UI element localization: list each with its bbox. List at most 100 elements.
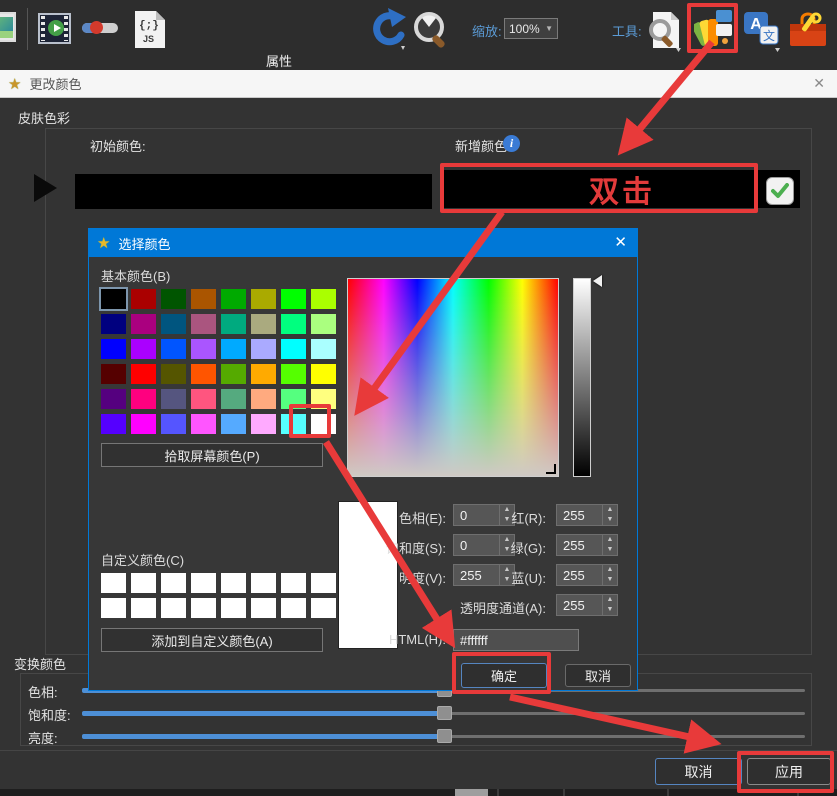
basic-color-swatch[interactable] [101,414,126,434]
basic-color-swatch[interactable] [191,364,216,384]
select-color-title: 选择颜色 [118,234,170,253]
basic-color-swatch[interactable] [161,339,186,359]
toolbox-icon[interactable] [788,10,828,50]
basic-color-swatch[interactable] [251,289,276,309]
basic-color-swatch[interactable] [311,314,336,334]
zoom-value: 100% [509,22,540,36]
custom-color-swatch[interactable] [191,573,216,593]
close-icon[interactable]: ✕ [813,75,825,92]
basic-color-swatch[interactable] [191,389,216,409]
green-label: 绿(G): [419,538,546,557]
basic-color-swatch[interactable] [281,339,306,359]
basic-color-swatch[interactable] [131,389,156,409]
basic-color-swatch[interactable] [251,364,276,384]
pick-screen-color-button[interactable]: 拾取屏幕颜色(P) [101,443,323,467]
basic-color-swatch[interactable] [281,364,306,384]
slider-adjust-icon[interactable] [82,23,118,33]
basic-color-swatch[interactable] [191,339,216,359]
row-expand-triangle-icon[interactable] [34,174,57,202]
basic-color-swatch[interactable] [281,314,306,334]
spin-up-icon[interactable]: ▲ [603,505,617,515]
basic-color-swatch[interactable] [221,414,246,434]
basic-color-swatch[interactable] [251,339,276,359]
basic-color-swatch[interactable] [161,389,186,409]
custom-color-swatch[interactable] [311,598,336,618]
basic-color-swatch[interactable] [131,314,156,334]
basic-color-swatch[interactable] [191,314,216,334]
basic-color-swatch[interactable] [251,389,276,409]
info-icon[interactable]: i [503,135,520,152]
spin-down-icon[interactable]: ▼ [603,545,617,555]
picker-cancel-button[interactable]: 取消 [565,664,631,687]
change-color-title: 更改颜色 [29,74,81,93]
basic-color-swatch[interactable] [101,289,126,309]
basic-color-swatch[interactable] [311,339,336,359]
value-slider[interactable] [573,278,591,477]
basic-color-swatch[interactable] [131,364,156,384]
custom-color-swatch[interactable] [161,573,186,593]
basic-color-swatch[interactable] [161,364,186,384]
spin-up-icon[interactable]: ▲ [603,565,617,575]
custom-color-swatch[interactable] [131,598,156,618]
basic-color-swatch[interactable] [221,314,246,334]
initial-color-bar[interactable] [75,174,432,209]
translate-icon[interactable]: A 文 [742,10,782,52]
blue-spinbox[interactable]: 255▲▼ [556,564,618,586]
green-spinbox[interactable]: 255▲▼ [556,534,618,556]
spin-up-icon[interactable]: ▲ [603,535,617,545]
basic-color-swatch[interactable] [101,314,126,334]
custom-color-swatch[interactable] [161,598,186,618]
row-enabled-checkbox[interactable] [766,177,794,205]
custom-color-swatch[interactable] [221,598,246,618]
basic-color-swatch[interactable] [191,289,216,309]
add-custom-color-button[interactable]: 添加到自定义颜色(A) [101,628,323,652]
custom-color-swatch[interactable] [191,598,216,618]
basic-color-swatch[interactable] [101,364,126,384]
custom-color-swatch[interactable] [251,598,276,618]
spin-up-icon[interactable]: ▲ [603,595,617,605]
custom-color-swatch[interactable] [251,573,276,593]
basic-color-swatch[interactable] [311,364,336,384]
spin-down-icon[interactable]: ▼ [603,515,617,525]
hue-saturation-gradient[interactable] [347,278,559,477]
basic-color-swatch[interactable] [221,364,246,384]
basic-color-swatch[interactable] [131,414,156,434]
select-color-titlebar[interactable]: ★ 选择颜色 ✕ [89,229,637,257]
basic-color-swatch[interactable] [281,289,306,309]
spin-down-icon[interactable]: ▼ [603,575,617,585]
custom-color-swatch[interactable] [131,573,156,593]
undo-icon[interactable] [368,8,408,52]
basic-color-swatch[interactable] [251,414,276,434]
image-icon[interactable] [0,12,16,42]
custom-color-swatch[interactable] [101,573,126,593]
zoom-select[interactable]: 100% ▼ [504,18,558,39]
basic-color-swatch[interactable] [251,314,276,334]
html-color-input[interactable]: #ffffff [453,629,579,651]
basic-color-swatch[interactable] [101,389,126,409]
video-player-icon[interactable] [38,13,71,44]
magnifier-tool-icon[interactable] [412,10,452,52]
js-file-icon[interactable]: {;} JS [135,11,165,48]
basic-color-swatch[interactable] [101,339,126,359]
basic-color-swatch[interactable] [311,289,336,309]
basic-color-swatch[interactable] [131,289,156,309]
basic-color-swatch[interactable] [221,289,246,309]
custom-color-swatch[interactable] [281,598,306,618]
value-slider-handle[interactable] [593,275,602,287]
cancel-button[interactable]: 取消 [655,758,742,785]
change-color-titlebar[interactable]: ★ 更改颜色 ✕ [0,70,837,98]
custom-color-swatch[interactable] [101,598,126,618]
close-icon[interactable]: ✕ [614,233,627,251]
basic-color-swatch[interactable] [161,289,186,309]
alpha-spinbox[interactable]: 255▲▼ [556,594,618,616]
find-document-icon[interactable] [645,10,683,52]
basic-color-swatch[interactable] [221,389,246,409]
basic-color-swatch[interactable] [221,339,246,359]
basic-color-swatch[interactable] [131,339,156,359]
basic-color-swatch[interactable] [161,314,186,334]
spin-down-icon[interactable]: ▼ [603,605,617,615]
basic-color-swatch[interactable] [191,414,216,434]
custom-color-swatch[interactable] [221,573,246,593]
red-spinbox[interactable]: 255▲▼ [556,504,618,526]
basic-color-swatch[interactable] [161,414,186,434]
